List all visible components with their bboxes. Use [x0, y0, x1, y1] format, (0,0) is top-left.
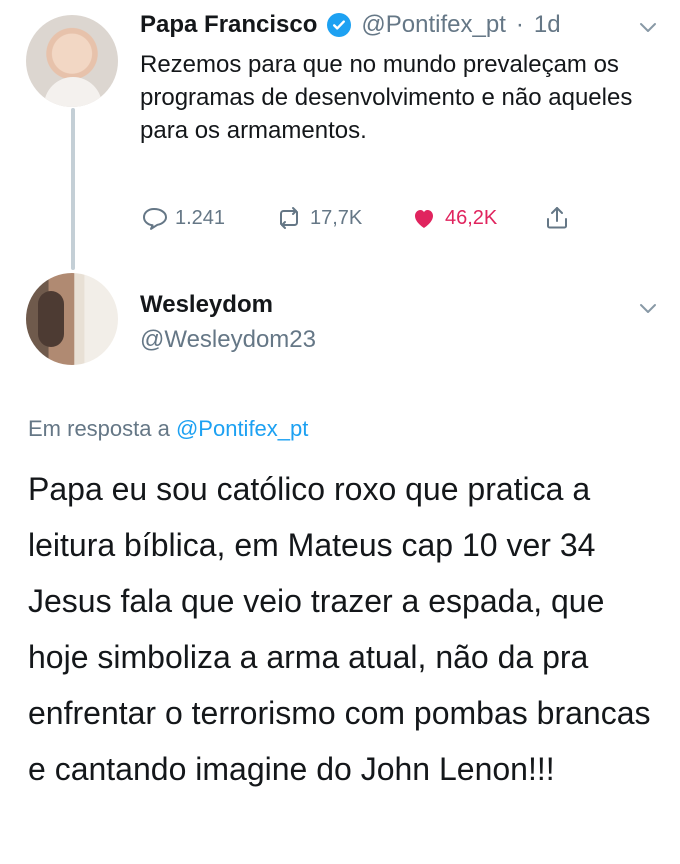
- author-handle[interactable]: @Wesleydom23: [140, 326, 316, 354]
- share-icon: [543, 204, 571, 232]
- like-count: 46,2K: [445, 206, 498, 229]
- author-name[interactable]: Papa Francisco: [140, 11, 317, 39]
- avatar[interactable]: [26, 273, 118, 365]
- like-button[interactable]: 46,2K: [410, 204, 497, 232]
- reply-context: Em resposta a @Pontifex_pt: [28, 416, 308, 442]
- heart-icon: [410, 204, 438, 232]
- timestamp[interactable]: 1d: [534, 11, 561, 39]
- author-name[interactable]: Wesleydom: [140, 291, 273, 319]
- retweet-button[interactable]: 17,7K: [275, 204, 362, 232]
- reply-button[interactable]: 1.241: [140, 204, 225, 232]
- share-button[interactable]: [543, 204, 571, 232]
- author-handle[interactable]: @Pontifex_pt: [361, 11, 505, 39]
- tweet-options-chevron-down-icon[interactable]: [639, 21, 657, 33]
- tweet-actions: 1.241 17,7K 46,2K: [140, 204, 600, 236]
- retweet-icon: [275, 204, 303, 232]
- thread-connector-line: [71, 108, 75, 270]
- tweet-options-chevron-down-icon[interactable]: [639, 302, 657, 314]
- reply-prefix: Em resposta a: [28, 416, 170, 441]
- retweet-count: 17,7K: [310, 206, 363, 229]
- tweet-text: Rezemos para que no mundo prevaleçam os …: [140, 51, 633, 144]
- timestamp-separator: ·: [515, 11, 524, 38]
- reply-count: 1.241: [175, 206, 226, 229]
- reply-mention-link[interactable]: @Pontifex_pt: [176, 416, 308, 441]
- tweet-header: Papa Francisco @Pontifex_pt · 1d: [140, 11, 561, 39]
- reply-icon: [140, 204, 168, 232]
- verified-badge-icon: [327, 13, 352, 37]
- avatar[interactable]: [26, 15, 118, 107]
- reply-text: Papa eu sou católico roxo que pratica a …: [28, 471, 651, 787]
